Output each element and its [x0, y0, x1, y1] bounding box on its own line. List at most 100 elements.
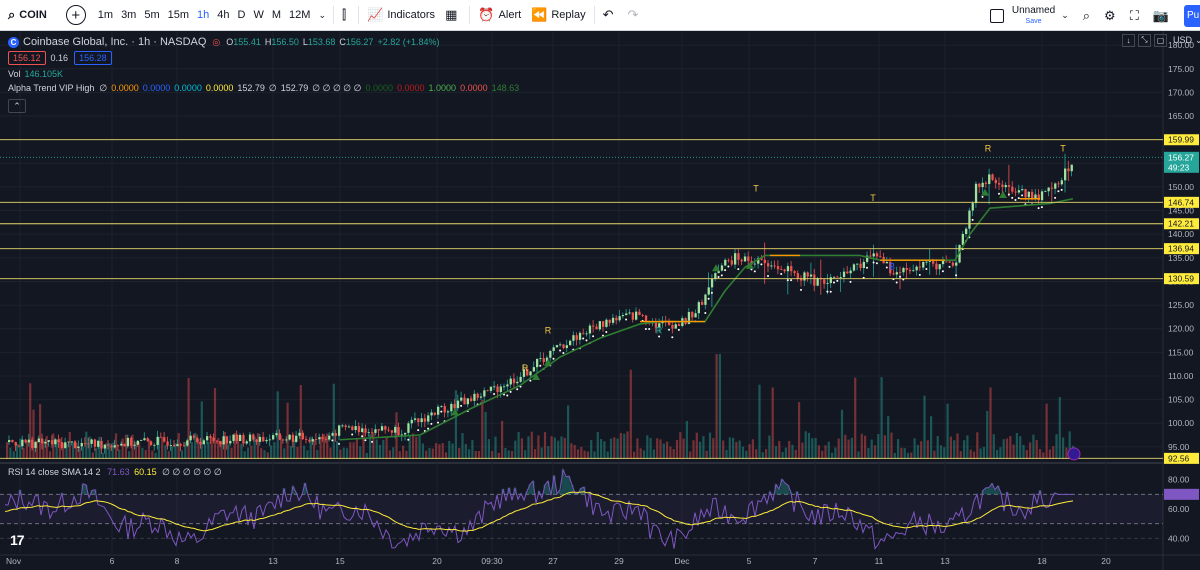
volume-bar [626, 431, 629, 459]
volume-bar [682, 438, 685, 459]
volume-bar [6, 442, 9, 459]
candle [272, 435, 275, 440]
candle [235, 434, 238, 441]
settings-button[interactable]: ⚙ [1099, 0, 1125, 31]
timeframe-M[interactable]: M [268, 0, 285, 30]
volume-bar [629, 369, 632, 459]
candle [331, 433, 334, 436]
collapse-legend-button[interactable]: ⌃ [8, 99, 26, 113]
layout-button[interactable]: Unnamed Save ⌄ [985, 0, 1078, 31]
ask-button[interactable]: 156.28 [74, 51, 112, 65]
candle [44, 441, 47, 444]
close-value: 156.27 [345, 37, 374, 47]
rsi-legend: RSI 14 close SMA 14 2 71.63 60.15 ∅ ∅ ∅ … [8, 467, 222, 478]
replay-button[interactable]: ⏪ Replay [526, 0, 590, 30]
divider [333, 6, 334, 24]
collapse-pane-icon[interactable]: ⤡ [1138, 33, 1151, 47]
candle [291, 434, 295, 442]
fullscreen-button[interactable]: ⛶ [1125, 0, 1148, 31]
signal-dot [671, 336, 674, 339]
chart-type-button[interactable]: ⫿ [337, 0, 355, 30]
redo-button[interactable]: ↷ [623, 0, 648, 30]
add-symbol-icon[interactable]: + [65, 5, 86, 25]
candle [602, 321, 605, 327]
volume-bar [606, 451, 609, 459]
candle [905, 268, 908, 270]
maximize-pane-icon[interactable]: ▢ [1154, 33, 1167, 47]
timeframe-1h[interactable]: 1h [193, 0, 213, 30]
volume-bar [827, 441, 830, 459]
indicators-button[interactable]: 📈 Indicators [362, 0, 440, 30]
rsi-band-background [0, 494, 1163, 524]
candle [519, 376, 522, 382]
volume-bar [933, 450, 936, 459]
time-axis-label: Nov [6, 556, 22, 566]
candle [852, 264, 856, 271]
volume-bar [695, 432, 698, 459]
spread-value: 0.16 [50, 53, 69, 63]
volume-bar [471, 440, 474, 459]
volume-bar [590, 440, 593, 459]
volume-bar [121, 438, 124, 459]
price-axis-label: 165.00 [1168, 111, 1194, 121]
indicator-name[interactable]: Alpha Trend VIP High [8, 83, 94, 93]
indicator-value: 0.0000 [397, 83, 425, 93]
candle [562, 344, 565, 349]
volume-bar [834, 447, 837, 459]
volume-bar [857, 451, 860, 459]
timeframe-5m[interactable]: 5m [140, 0, 163, 30]
candle [34, 442, 37, 448]
timeframe-3m[interactable]: 3m [117, 0, 140, 30]
rsi-sma-value: 60.15 [134, 467, 157, 477]
bid-button[interactable]: 156.12 [8, 51, 46, 65]
price-axis-label: 140.00 [1168, 229, 1194, 239]
candle [899, 272, 902, 274]
volume-bar [141, 447, 144, 459]
publish-button[interactable]: Pu [1184, 4, 1200, 27]
timeframe-W[interactable]: W [249, 0, 267, 30]
volume-bar [303, 445, 306, 459]
timeframe-more-chevron-icon[interactable]: ⌄ [314, 0, 330, 30]
candle [397, 427, 400, 436]
candle [925, 261, 928, 263]
candle [427, 415, 430, 422]
rsi-name[interactable]: RSI 14 close SMA 14 2 [8, 467, 101, 477]
candle [922, 261, 925, 268]
candle [334, 433, 337, 436]
volume-bar [514, 440, 517, 459]
templates-button[interactable]: ▦ [440, 0, 466, 30]
candle [252, 434, 255, 440]
candle [862, 261, 865, 269]
volume-bar [372, 432, 375, 459]
price-level-tag-label: 92.56 [1168, 453, 1190, 463]
price-axis-label: 105.00 [1168, 395, 1194, 405]
candle [57, 439, 60, 443]
signal-dot [899, 275, 901, 278]
candle [318, 437, 321, 440]
alert-button[interactable]: ⏰ Alert [473, 0, 526, 30]
scroll-down-icon[interactable]: ↓ [1122, 33, 1135, 47]
symbol-search[interactable]: ⌕ COIN [0, 0, 52, 30]
signal-dot [786, 279, 789, 282]
candle [262, 436, 265, 442]
currency-button[interactable]: USD ⌄ [1170, 33, 1200, 47]
volume-bar [359, 446, 362, 459]
volume-bar [576, 449, 580, 459]
volume-bar [299, 384, 302, 459]
signal-dot [506, 394, 509, 397]
timeframe-D[interactable]: D [234, 0, 250, 30]
undo-button[interactable]: ↶ [598, 0, 623, 30]
candle [875, 253, 879, 257]
timeframe-4h[interactable]: 4h [213, 0, 233, 30]
market-status-icon[interactable]: ◎ [212, 37, 220, 48]
volume-bar [134, 442, 137, 459]
candle [849, 270, 852, 274]
timeframe-15m[interactable]: 15m [164, 0, 193, 30]
snapshot-button[interactable]: 📷 [1148, 0, 1178, 31]
quick-search-button[interactable]: ⌕ [1078, 0, 1099, 31]
candle [209, 436, 212, 438]
timeframe-1m[interactable]: 1m [94, 0, 117, 30]
candle [347, 426, 351, 428]
timeframe-12M[interactable]: 12M [285, 0, 314, 30]
volume-bar [949, 436, 952, 459]
